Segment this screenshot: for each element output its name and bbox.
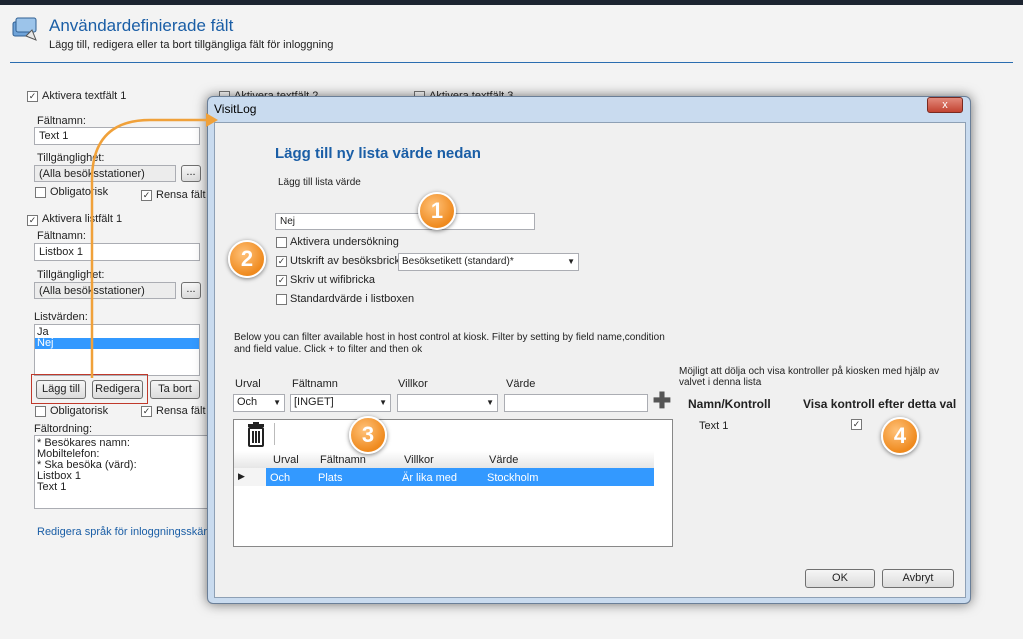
wifi-checkbox[interactable]: ✓ bbox=[276, 275, 287, 286]
col-visa-header: Visa kontroll efter detta val bbox=[803, 397, 957, 411]
col-namn-header: Namn/Kontroll bbox=[688, 397, 771, 411]
control-text1-checkbox[interactable]: ✓ bbox=[851, 419, 862, 430]
cancel-button[interactable]: Avbryt bbox=[882, 569, 954, 588]
field-order-listbox[interactable]: * Besökares namn: Mobiltelefon: * Ska be… bbox=[34, 435, 208, 509]
row-selector[interactable]: ▶ bbox=[234, 468, 267, 486]
trash-icon[interactable] bbox=[243, 421, 269, 448]
badge-3: 3 bbox=[349, 416, 387, 454]
filter-faltnamn-label: Fältnamn bbox=[292, 378, 338, 390]
text1-obligatorisk-checkbox[interactable] bbox=[35, 187, 46, 198]
control-text1-label: Text 1 bbox=[699, 420, 729, 432]
faltordning-label: Fältordning: bbox=[34, 423, 93, 435]
grid-toolbar-divider bbox=[274, 423, 275, 445]
edit-language-link[interactable]: Redigera språk för inloggningsskärm bbox=[37, 526, 216, 538]
grid-cell-varde: Stockholm bbox=[487, 472, 539, 484]
wifi-label: Skriv ut wifibricka bbox=[290, 274, 375, 286]
header-divider bbox=[10, 62, 1013, 63]
value-input[interactable]: Nej bbox=[275, 213, 535, 230]
page-title: Användardefinierade fält bbox=[49, 16, 234, 35]
list1-faltnamn-label: Fältnamn: bbox=[37, 230, 86, 242]
default-label: Standardvärde i listboxen bbox=[290, 293, 415, 305]
default-checkbox[interactable] bbox=[276, 294, 287, 305]
list1-obligatorisk-label: Obligatorisk bbox=[50, 405, 109, 417]
print-badge-checkbox[interactable]: ✓ bbox=[276, 256, 287, 267]
chevron-down-icon: ▼ bbox=[273, 398, 281, 407]
filter-varde-label: Värde bbox=[506, 378, 536, 390]
chevron-down-icon: ▼ bbox=[567, 257, 575, 266]
add-value-button[interactable]: Lägg till bbox=[36, 380, 86, 399]
app-icon bbox=[10, 14, 40, 42]
list1-rensa-checkbox[interactable]: ✓ bbox=[141, 406, 152, 417]
add-value-label: Lägg till lista värde bbox=[278, 177, 361, 188]
badge-4: 4 bbox=[881, 417, 919, 455]
filter-description: Below you can filter available host in h… bbox=[234, 332, 665, 355]
list-item[interactable]: Text 1 bbox=[35, 482, 207, 493]
grid-header-urval[interactable]: Urval bbox=[273, 454, 299, 466]
survey-checkbox[interactable] bbox=[276, 237, 287, 248]
filter-faltnamn-value: [INGET] bbox=[294, 396, 334, 408]
list1-obligatorisk-checkbox[interactable] bbox=[35, 406, 46, 417]
filter-urval-select[interactable]: Och ▼ bbox=[233, 394, 285, 412]
grid-header-villkor[interactable]: Villkor bbox=[404, 454, 434, 466]
grid-header-faltnamn[interactable]: Fältnamn bbox=[320, 454, 366, 466]
faltnamn-label: Fältnamn: bbox=[37, 115, 86, 127]
chevron-down-icon: ▼ bbox=[486, 398, 494, 407]
print-template-value: Besöksetikett (standard)* bbox=[402, 256, 514, 267]
grid-cell-villkor: Är lika med bbox=[402, 472, 458, 484]
chevron-down-icon: ▼ bbox=[379, 398, 387, 407]
ok-button[interactable]: OK bbox=[805, 569, 875, 588]
grid-header-varde[interactable]: Värde bbox=[489, 454, 518, 466]
right-description: Möjligt att dölja och visa kontroller på… bbox=[679, 366, 940, 388]
filter-villkor-label: Villkor bbox=[398, 378, 428, 390]
filter-urval-label: Urval bbox=[235, 378, 261, 390]
print-badge-label: Utskrift av besöksbricka bbox=[290, 255, 407, 267]
page-subtitle: Lägg till, redigera eller ta bort tillgä… bbox=[49, 39, 334, 51]
badge-2: 2 bbox=[228, 240, 266, 278]
dialog-close-button[interactable]: x bbox=[927, 97, 963, 113]
activate-list1-checkbox[interactable]: ✓ bbox=[27, 215, 38, 226]
activate-text1-checkbox[interactable]: ✓ bbox=[27, 91, 38, 102]
list1-rensa-label: Rensa fält bbox=[156, 405, 206, 417]
print-template-select[interactable]: Besöksetikett (standard)* ▼ bbox=[398, 253, 579, 271]
badge-1: 1 bbox=[418, 192, 456, 230]
grid-cell-urval: Och bbox=[270, 472, 291, 484]
filter-varde-input[interactable] bbox=[504, 394, 648, 412]
activate-text1-label: Aktivera textfält 1 bbox=[42, 90, 127, 102]
filter-urval-value: Och bbox=[237, 396, 258, 408]
row-pointer-icon: ▶ bbox=[238, 471, 245, 481]
filter-villkor-select[interactable]: ▼ bbox=[397, 394, 498, 412]
dialog-heading: Lägg till ny lista värde nedan bbox=[275, 145, 481, 162]
survey-label: Aktivera undersökning bbox=[290, 236, 399, 248]
filter-faltnamn-select[interactable]: [INGET] ▼ bbox=[290, 394, 391, 412]
grid-cell-faltnamn: Plats bbox=[318, 472, 343, 484]
annotation-arrow bbox=[90, 113, 218, 378]
add-filter-icon[interactable]: ✚ bbox=[652, 390, 672, 412]
top-bar bbox=[0, 0, 1023, 5]
